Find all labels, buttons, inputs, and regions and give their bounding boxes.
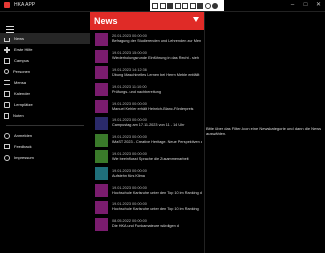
toolbar-inspect-icon[interactable] xyxy=(189,2,196,9)
calendar-icon xyxy=(4,90,10,97)
toolbar-record-icon[interactable] xyxy=(204,2,211,9)
toolbar-grid-icon[interactable] xyxy=(182,2,188,9)
news-list: 20.01.2023 00:00:00 Befragung der Studier… xyxy=(90,31,204,233)
toolbar-frame-icon[interactable] xyxy=(174,2,181,9)
news-headline: Wie beeinflusst Sprache die Zusammenarbe… xyxy=(112,156,189,161)
news-thumbnail xyxy=(95,83,108,97)
sidebar-item-campus[interactable]: Campus xyxy=(0,55,90,66)
sidebar-item-label: Noten xyxy=(13,113,24,118)
news-thumbnail xyxy=(95,133,108,147)
news-thumbnail xyxy=(95,200,108,214)
list-item[interactable]: 19.01.2023 00:00:00 Campustag am 17.11.20… xyxy=(90,115,204,132)
empty-state-message: Bitte über das Filter-Icon eine Newskate… xyxy=(206,126,322,136)
app-title: HKA APP xyxy=(14,2,36,8)
list-item[interactable]: 20.01.2023 00:00:00 Befragung der Studier… xyxy=(90,31,204,48)
sidebar: News Erste Hilfe Campus Personen Mensa K… xyxy=(0,12,90,253)
sidebar-item-label: Feedback xyxy=(14,144,32,149)
sidebar-nav: News Erste Hilfe Campus Personen Mensa K… xyxy=(0,33,90,163)
learning-icon xyxy=(4,101,10,108)
news-thumbnail xyxy=(95,100,108,114)
filter-icon[interactable] xyxy=(193,17,199,22)
person-icon xyxy=(4,69,9,74)
sidebar-item-label: Anmelden xyxy=(14,133,33,138)
list-item[interactable]: 19.01.2023 00:00:00 IMaST 2023 - Creative… xyxy=(90,132,204,149)
app-logo-icon xyxy=(4,2,10,8)
maximize-button[interactable]: □ xyxy=(299,0,312,11)
toolbar-layout-icon[interactable] xyxy=(159,2,166,9)
sidebar-item-people[interactable]: Personen xyxy=(0,66,90,77)
sidebar-item-login[interactable]: Anmelden xyxy=(0,130,90,141)
news-header: News xyxy=(90,12,204,30)
login-icon xyxy=(4,132,10,139)
news-thumbnail xyxy=(95,32,108,46)
news-headline: Prüfungs- und nachbereitung xyxy=(112,89,161,94)
sidebar-divider xyxy=(6,125,84,126)
page-title: News xyxy=(94,16,118,26)
list-item[interactable]: 19.01.2023 00:00:00 Wie beeinflusst Sprac… xyxy=(90,149,204,166)
list-item[interactable]: 19.01.2023 15:00:00 Wiederholungsrunde Ei… xyxy=(90,48,204,65)
sidebar-item-label: Personen xyxy=(13,69,31,74)
sidebar-item-label: Erste Hilfe xyxy=(14,47,33,52)
news-thumbnail xyxy=(95,116,108,130)
news-headline: Die HKA und Funkamateure würdigen d xyxy=(112,224,179,229)
list-item[interactable]: 19.01.2023 00:00:00 Hochschule Karlsruhe … xyxy=(90,199,204,216)
home-icon xyxy=(4,37,10,42)
news-headline: Übung Maschinelles Lernen bei Herrn Mebl… xyxy=(112,72,200,77)
sidebar-item-label: News xyxy=(14,36,25,41)
list-item[interactable]: 19.01.2023 00:00:00 Hochschule Karlsruhe … xyxy=(90,182,204,199)
news-thumbnail xyxy=(95,167,108,181)
sidebar-item-label: Lernplätze xyxy=(14,102,33,107)
sidebar-item-first-aid[interactable]: Erste Hilfe xyxy=(0,44,90,55)
news-thumbnail xyxy=(95,66,108,80)
news-headline: Hochschule Karlsruhe unter den Top 10 im… xyxy=(112,207,199,212)
list-item[interactable]: 19.01.2023 00:00:00 Manuel Kehler erhält … xyxy=(90,98,204,115)
window-controls: – □ ✕ xyxy=(286,0,325,11)
feedback-icon xyxy=(4,144,10,149)
news-headline: Manuel Kehler erhält Heinrich-Blanc-Förd… xyxy=(112,106,194,111)
first-aid-icon xyxy=(4,46,10,53)
sidebar-item-label: Mensa xyxy=(14,80,27,85)
list-item[interactable]: 19.01.2023 14:12:36 Übung Maschinelles Le… xyxy=(90,65,204,82)
detail-pane: Bitte über das Filter-Icon eine Newskate… xyxy=(205,12,325,253)
sidebar-item-learning-spaces[interactable]: Lernplätze xyxy=(0,99,90,110)
list-item[interactable]: 08.05.2022 00:00:00 Die HKA und Funkamate… xyxy=(90,216,204,233)
sidebar-item-label: Impressum xyxy=(14,155,34,160)
grades-icon xyxy=(4,112,9,119)
sidebar-item-label: Campus xyxy=(14,58,29,63)
toolbar-live-icon[interactable] xyxy=(197,2,203,9)
sidebar-item-canteen[interactable]: Mensa xyxy=(0,77,90,88)
toolbar-stop-icon[interactable] xyxy=(212,2,218,9)
news-headline: Befragung der Studierenden und Lehrenden… xyxy=(112,39,202,44)
news-thumbnail xyxy=(95,184,108,198)
toolbar-cursor-icon[interactable] xyxy=(167,2,173,9)
sidebar-item-grades[interactable]: Noten xyxy=(0,110,90,121)
list-item[interactable]: 19.01.2023 11:10:00 Prüfungs- und nachber… xyxy=(90,81,204,98)
toolbar-select-icon[interactable] xyxy=(152,2,158,9)
news-headline: Hochschule Karlsruhe unter den Top 10 im… xyxy=(112,190,202,195)
news-headline: Wiederholungsrunde Einführung in das Rec… xyxy=(112,56,199,61)
hamburger-menu-icon[interactable] xyxy=(6,26,14,33)
close-window-button[interactable]: ✕ xyxy=(312,0,325,11)
info-icon xyxy=(4,154,10,161)
news-panel: News 20.01.2023 00:00:00 Befragung der St… xyxy=(90,12,204,253)
sidebar-item-label: Kalender xyxy=(14,91,31,96)
news-thumbnail xyxy=(95,49,108,63)
campus-icon xyxy=(4,57,10,64)
sidebar-item-news[interactable]: News xyxy=(0,33,90,44)
menu-icon xyxy=(4,80,10,85)
overlay-toolbar xyxy=(150,0,224,11)
news-headline: Aufstehn fürs Klima xyxy=(112,173,145,178)
minimize-button[interactable]: – xyxy=(286,0,299,11)
news-thumbnail xyxy=(95,150,108,164)
sidebar-item-calendar[interactable]: Kalender xyxy=(0,88,90,99)
list-item[interactable]: 19.01.2023 00:00:00 Aufstehn fürs Klima xyxy=(90,165,204,182)
news-thumbnail xyxy=(95,217,108,231)
news-headline: Campustag am 17.11.2023 von 11 - 14 Uhr xyxy=(112,123,185,128)
sidebar-item-imprint[interactable]: Impressum xyxy=(0,152,90,163)
sidebar-item-feedback[interactable]: Feedback xyxy=(0,141,90,152)
news-headline: IMaST 2023 - Creative Heritage. Neue Per… xyxy=(112,140,202,145)
